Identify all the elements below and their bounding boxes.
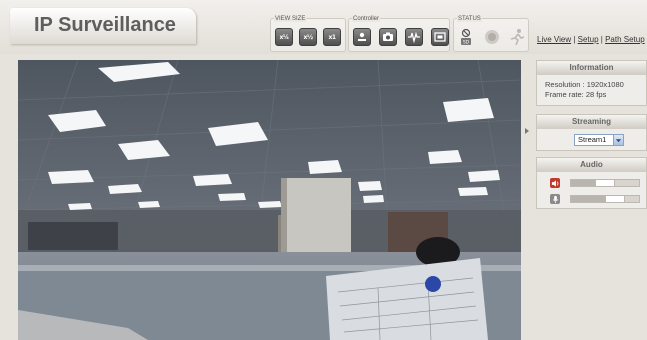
- top-bar: IP Surveillance VIEW SIZE x¼ x½ x1 Contr…: [0, 0, 647, 54]
- streaming-panel: Streaming Stream1: [536, 114, 647, 151]
- status-group: STATUS SD: [453, 16, 529, 52]
- speaker-volume-slider[interactable]: [570, 179, 640, 187]
- speaker-button[interactable]: [550, 178, 560, 188]
- audio-panel: Audio: [536, 157, 647, 209]
- status-label: STATUS: [457, 16, 482, 22]
- view-full-label: x1: [328, 33, 336, 41]
- stream-select[interactable]: Stream1: [574, 134, 624, 146]
- svg-text:SD: SD: [463, 40, 470, 46]
- fullscreen-icon: [434, 32, 446, 42]
- logo-tab: IP Surveillance: [10, 8, 196, 44]
- speaker-icon: [551, 179, 558, 187]
- view-half-label: x½: [303, 33, 313, 41]
- sd-status: SD: [457, 27, 475, 47]
- record-icon: [358, 32, 366, 41]
- resolution-text: Resolution : 1920x1080: [545, 80, 624, 89]
- audio-wave-button[interactable]: [405, 28, 423, 46]
- view-size-group: VIEW SIZE x¼ x½ x1: [270, 16, 346, 52]
- streaming-title: Streaming: [537, 115, 646, 129]
- nav-links: Live View | Setup | Path Setup: [537, 35, 645, 44]
- sd-card-icon: SD: [461, 28, 471, 46]
- motion-status: [508, 27, 526, 47]
- information-title: Information: [537, 61, 646, 75]
- view-size-label: VIEW SIZE: [274, 16, 307, 22]
- view-full-button[interactable]: x1: [323, 28, 341, 46]
- audio-title: Audio: [537, 158, 646, 172]
- nav-setup-link[interactable]: Setup: [578, 35, 599, 44]
- frame-rate-text: Frame rate: 28 fps: [545, 90, 607, 99]
- nav-live-view-link[interactable]: Live View: [537, 35, 571, 44]
- record-button[interactable]: [353, 28, 371, 46]
- mic-volume-slider[interactable]: [570, 195, 640, 203]
- controller-group: Controller: [348, 16, 450, 52]
- motion-icon: [510, 29, 525, 46]
- nav-path-setup-link[interactable]: Path Setup: [605, 35, 645, 44]
- information-panel: Information Resolution : 1920x1080 Frame…: [536, 60, 647, 106]
- logo-text: IP Surveillance: [34, 14, 176, 36]
- nav-separator: |: [600, 35, 603, 44]
- chevron-down-icon: [613, 135, 623, 145]
- camera-icon: [383, 32, 393, 41]
- alarm-icon: [485, 30, 499, 44]
- live-video[interactable]: [18, 60, 521, 340]
- view-half-button[interactable]: x½: [299, 28, 317, 46]
- video-frame: [18, 60, 521, 340]
- alarm-status: [483, 27, 501, 47]
- microphone-icon: [552, 195, 558, 203]
- speaker-volume-handle[interactable]: [595, 179, 615, 187]
- controller-label: Controller: [352, 16, 381, 22]
- microphone-button[interactable]: [550, 194, 560, 204]
- panel-toggle-icon[interactable]: [523, 127, 531, 135]
- fullscreen-button[interactable]: [431, 28, 449, 46]
- audio-wave-icon: [408, 31, 420, 44]
- snapshot-button[interactable]: [379, 28, 397, 46]
- view-quarter-label: x¼: [279, 33, 289, 41]
- view-quarter-button[interactable]: x¼: [275, 28, 293, 46]
- nav-separator: |: [573, 35, 576, 44]
- stream-select-value: Stream1: [578, 135, 607, 144]
- mic-volume-handle[interactable]: [605, 195, 625, 203]
